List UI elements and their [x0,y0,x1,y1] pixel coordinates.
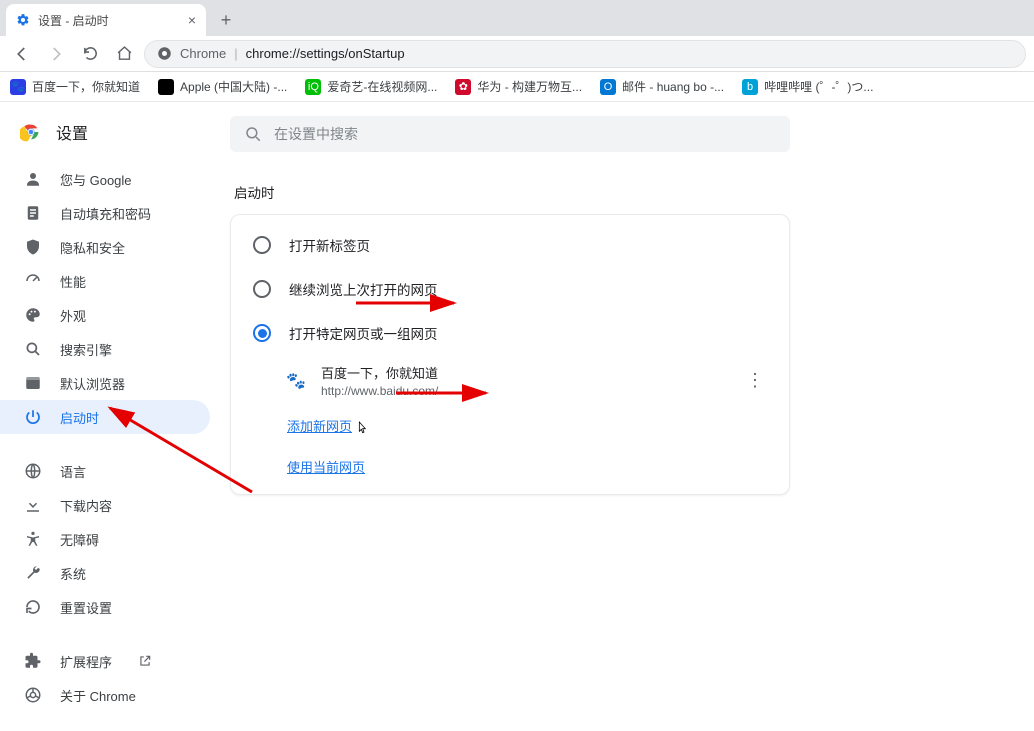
power-icon [24,408,42,426]
sidebar-item-accessibility[interactable]: 无障碍 [0,522,210,556]
sidebar-item-form[interactable]: 自动填充和密码 [0,196,210,230]
search-placeholder: 在设置中搜索 [274,124,358,144]
wrench-icon [24,564,42,582]
settings-sidebar: 设置 您与 Google 自动填充和密码隐私和安全性能外观搜索引擎默认浏览器启动时… [0,102,230,731]
chrome-icon [24,686,42,704]
bookmark-item[interactable]: 🐾 百度一下，你就知道 [10,78,140,95]
new-tab-button[interactable]: + [212,6,240,34]
globe-icon [24,462,42,480]
startup-page-url: http://www.baidu.com/ [321,384,438,398]
sidebar-item-browser[interactable]: 默认浏览器 [0,366,210,400]
section-title: 启动时 [234,182,1034,202]
radio-specific-pages[interactable]: 打开特定网页或一组网页 [231,311,789,355]
close-icon[interactable]: × [188,12,196,28]
bookmark-item[interactable]: O 邮件 - huang bo -... [600,78,724,95]
sidebar-item-globe[interactable]: 语言 [0,454,210,488]
gear-icon [16,13,30,27]
browser-icon [24,374,42,392]
sidebar-item-label: 默认浏览器 [60,374,125,393]
sidebar-item-label: 关于 Chrome [60,686,136,705]
address-bar[interactable]: Chrome | chrome://settings/onStartup [144,40,1026,68]
bilibili-icon: b [742,79,758,95]
browser-tab[interactable]: 设置 - 启动时 × [6,4,206,36]
reset-icon [24,598,42,616]
startup-page-row: 🐾 百度一下，你就知道 http://www.baidu.com/ ⋮ [231,355,789,406]
startup-page-title: 百度一下，你就知道 [321,363,438,382]
sidebar-item-palette[interactable]: 外观 [0,298,210,332]
iqiyi-icon: iQ [305,79,321,95]
sidebar-item-label: 下载内容 [60,496,112,515]
bookmark-item[interactable]: ✿ 华为 - 构建万物互... [455,78,582,95]
sidebar-item-download[interactable]: 下载内容 [0,488,210,522]
bookmarks-bar: 🐾 百度一下，你就知道 Apple (中国大陆) -... iQ 爱奇艺-在线视… [0,72,1034,102]
download-icon [24,496,42,514]
search-icon [244,125,262,143]
shield-icon [24,238,42,256]
sidebar-item-label: 搜索引擎 [60,340,112,359]
accessibility-icon [24,530,42,548]
sidebar-item-chrome[interactable]: 关于 Chrome [0,678,210,712]
sidebar-item-label: 外观 [60,306,86,325]
sidebar-item-label: 自动填充和密码 [60,204,151,223]
baidu-icon: 🐾 [287,372,305,390]
back-button[interactable] [8,40,36,68]
sidebar-item-label: 语言 [60,462,86,481]
forward-button[interactable] [42,40,70,68]
settings-title: 设置 [56,120,88,144]
sidebar-item-power[interactable]: 启动时 [0,400,210,434]
sidebar-item-label: 隐私和安全 [60,238,125,257]
sidebar-item-extension[interactable]: 扩展程序 [0,644,210,678]
sidebar-item-label: 您与 Google [60,170,132,189]
huawei-icon: ✿ [455,79,471,95]
sidebar-item-label: 性能 [60,272,86,291]
add-new-page-link[interactable]: 添加新网页 [287,419,352,434]
bookmark-item[interactable]: Apple (中国大陆) -... [158,78,287,95]
sidebar-item-label: 启动时 [60,408,99,427]
use-current-pages-link[interactable]: 使用当前网页 [287,460,365,475]
chrome-icon [157,46,172,61]
sidebar-item-shield[interactable]: 隐私和安全 [0,230,210,264]
form-icon [24,204,42,222]
sidebar-item-speed[interactable]: 性能 [0,264,210,298]
more-menu-icon[interactable]: ⋮ [743,370,767,391]
home-button[interactable] [110,40,138,68]
palette-icon [24,306,42,324]
sidebar-item-label: 扩展程序 [60,652,112,671]
sidebar-item-label: 无障碍 [60,530,99,549]
sidebar-item-search[interactable]: 搜索引擎 [0,332,210,366]
baidu-icon: 🐾 [10,79,26,95]
browser-toolbar: Chrome | chrome://settings/onStartup [0,36,1034,72]
sidebar-item-reset[interactable]: 重置设置 [0,590,210,624]
startup-card: 打开新标签页 继续浏览上次打开的网页 打开特定网页或一组网页 🐾 百度一下，你就… [230,214,790,495]
cursor-icon [354,419,370,437]
sidebar-item-person[interactable]: 您与 Google [0,162,210,196]
bookmark-item[interactable]: b 哔哩哔哩 (゜-゜)つ... [742,78,873,95]
sidebar-item-wrench[interactable]: 系统 [0,556,210,590]
radio-continue[interactable]: 继续浏览上次打开的网页 [231,267,789,311]
apple-icon [158,79,174,95]
settings-search[interactable]: 在设置中搜索 [230,116,790,152]
chrome-logo-icon [20,121,42,143]
open-in-new-icon [138,654,152,668]
person-icon [24,170,42,188]
bookmark-item[interactable]: iQ 爱奇艺-在线视频网... [305,78,437,95]
reload-button[interactable] [76,40,104,68]
settings-main: 在设置中搜索 启动时 打开新标签页 继续浏览上次打开的网页 打开特定网页或一组网… [230,102,1034,731]
tab-title: 设置 - 启动时 [38,12,109,29]
radio-icon-selected [253,324,271,342]
extension-icon [24,652,42,670]
radio-icon [253,280,271,298]
tab-strip: 设置 - 启动时 × + [0,0,1034,36]
outlook-icon: O [600,79,616,95]
sidebar-item-label: 重置设置 [60,598,112,617]
radio-icon [253,236,271,254]
search-icon [24,340,42,358]
sidebar-item-label: 系统 [60,564,86,583]
speed-icon [24,272,42,290]
radio-new-tab[interactable]: 打开新标签页 [231,223,789,267]
url-path: chrome://settings/onStartup [246,46,405,61]
origin-label: Chrome [180,46,226,61]
